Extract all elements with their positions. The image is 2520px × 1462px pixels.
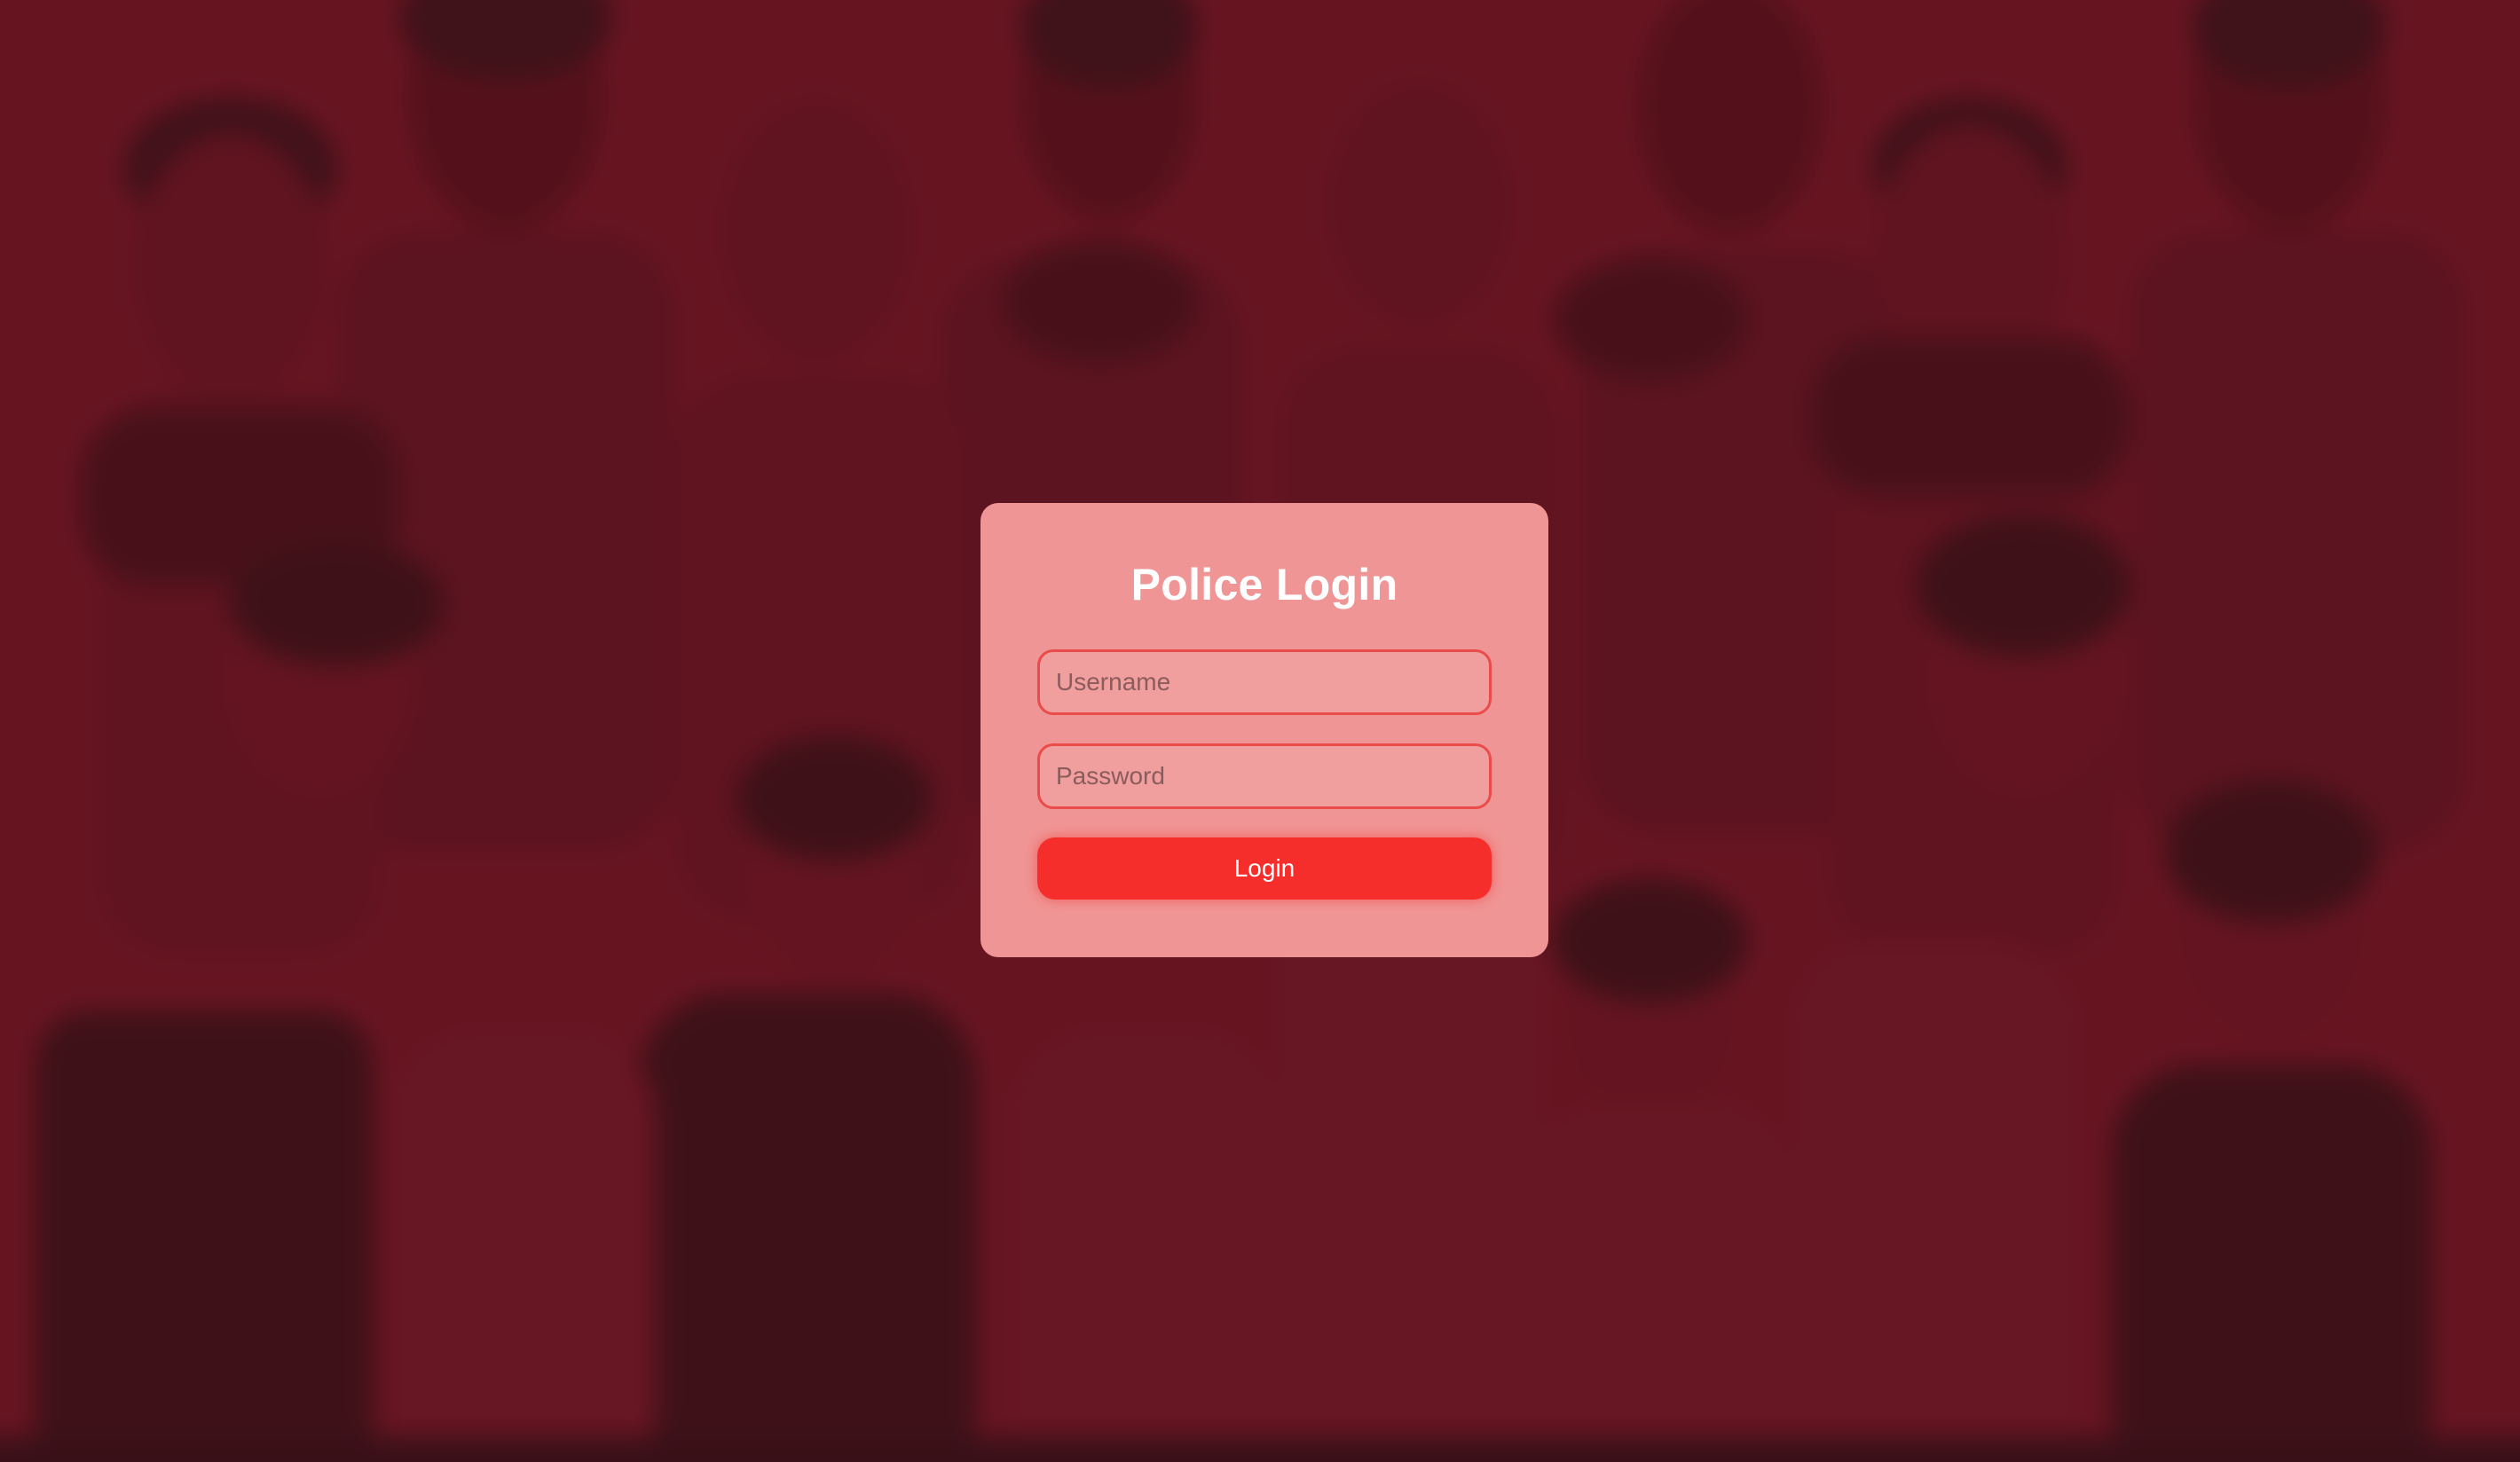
login-button[interactable]: Login: [1037, 837, 1492, 900]
login-card: Police Login Login: [980, 503, 1548, 957]
password-input[interactable]: [1037, 743, 1492, 809]
login-title: Police Login: [1130, 560, 1398, 609]
login-page: Police Login Login: [0, 0, 2520, 1462]
username-input[interactable]: [1037, 649, 1492, 715]
